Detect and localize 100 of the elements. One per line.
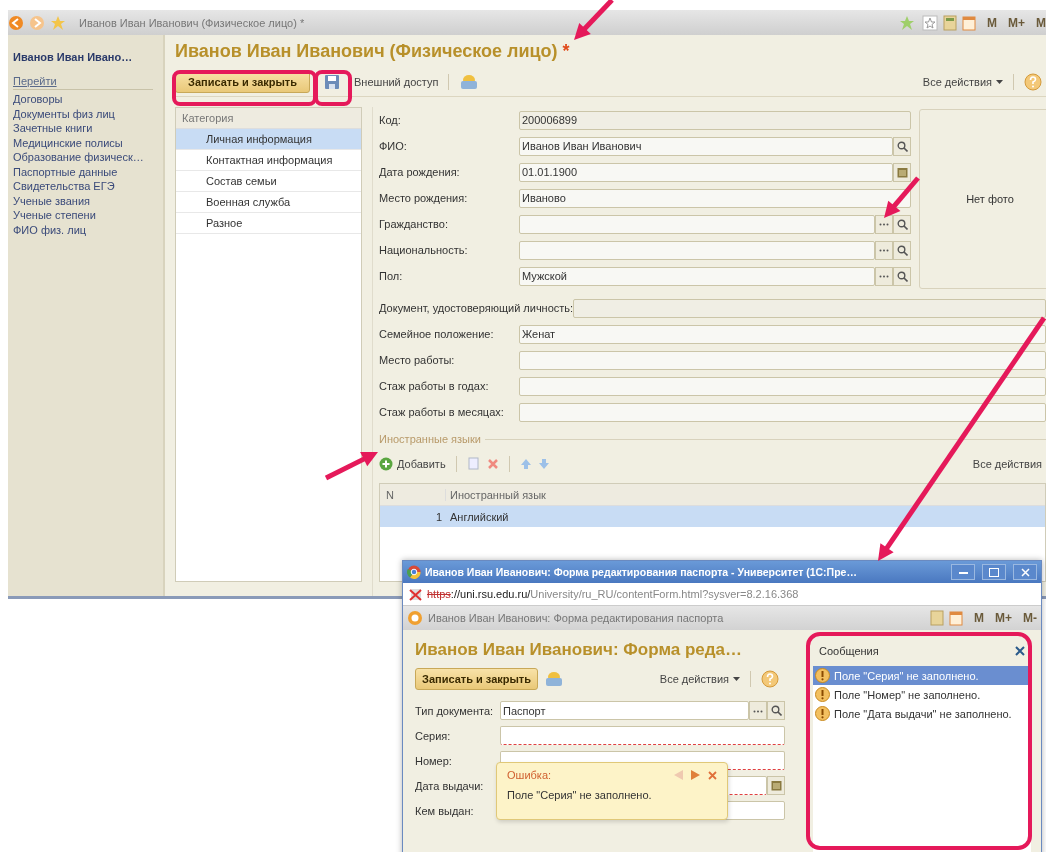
- annotation-arrow: [574, 0, 614, 40]
- close-button[interactable]: [1013, 564, 1037, 580]
- calendar-icon: [896, 166, 908, 178]
- message-item[interactable]: Поле "Дата выдачи" не заполнено.: [813, 704, 1031, 723]
- choose-button[interactable]: [875, 214, 893, 234]
- calculator-icon[interactable]: [930, 610, 944, 626]
- sidebar-link[interactable]: Зачетные книги: [13, 121, 163, 136]
- sidebar-link[interactable]: Образование физическ…: [13, 150, 163, 165]
- warning-icon: [815, 668, 830, 683]
- input-field[interactable]: Иваново: [519, 188, 911, 208]
- popup-title: Иванов Иван Иванович: Форма редактирования паспорта - Университет (1С:Пре…: [425, 566, 857, 578]
- field-label: Место работы:: [379, 354, 456, 366]
- table-cell-text: 1: [434, 510, 443, 523]
- annotation-arrow: [324, 452, 378, 481]
- browser-icon: [407, 565, 421, 579]
- ellipsis-icon: [879, 222, 889, 226]
- previous-icon[interactable]: [674, 770, 683, 780]
- search-icon: [896, 244, 908, 256]
- maximize-button[interactable]: [982, 564, 1006, 580]
- input-field[interactable]: [519, 376, 1046, 396]
- search-button[interactable]: [893, 214, 911, 234]
- maximize-icon: [989, 567, 999, 577]
- annotation-arrow: [884, 176, 920, 218]
- app-title: Иванов Иван Иванович: Форма редактирования паспорта: [428, 612, 724, 624]
- envelope-icon[interactable]: [459, 74, 480, 90]
- caret-icon: [733, 677, 740, 681]
- calendar-button[interactable]: [767, 776, 785, 795]
- input-field[interactable]: Паспорт: [500, 701, 749, 720]
- input-field[interactable]: [519, 214, 875, 234]
- input-field[interactable]: [573, 298, 1046, 318]
- ellipsis-icon: [879, 248, 889, 252]
- input-field[interactable]: [519, 402, 1046, 422]
- search-button[interactable]: [767, 701, 785, 720]
- memory-button[interactable]: M-: [1023, 611, 1037, 625]
- all-actions-button[interactable]: Все действия: [659, 673, 740, 685]
- sidebar-link[interactable]: Ученые степени: [13, 208, 163, 223]
- category-item[interactable]: Разное: [176, 213, 361, 234]
- search-button[interactable]: [893, 266, 911, 286]
- search-button[interactable]: [893, 240, 911, 260]
- input-field[interactable]: Мужской: [519, 266, 875, 286]
- table-row[interactable]: 1 Английский: [380, 506, 1045, 527]
- field-label: Пол:: [379, 270, 404, 282]
- calculator-icon[interactable]: [943, 14, 957, 31]
- external-access-link[interactable]: Внешний доступ: [354, 76, 439, 88]
- add-button[interactable]: Добавить: [379, 457, 446, 471]
- help-icon[interactable]: [761, 670, 779, 688]
- next-icon[interactable]: [691, 770, 700, 780]
- category-item[interactable]: Военная служба: [176, 192, 361, 213]
- minimize-button[interactable]: [951, 564, 975, 580]
- calendar-icon: [770, 780, 782, 791]
- sidebar-link[interactable]: ФИО физ. лиц: [13, 222, 163, 237]
- save-close-button[interactable]: Записать и закрыть: [415, 668, 539, 690]
- input-field[interactable]: Женат: [519, 324, 1046, 344]
- all-actions-button[interactable]: Все действия: [972, 458, 1042, 470]
- url-text: https://uni.rsu.edu.ru/University/ru_RU/contentForm.html?sysver=8.2.16.368: [427, 588, 799, 600]
- memory-button[interactable]: M: [974, 611, 984, 625]
- calendar-icon[interactable]: [949, 610, 963, 626]
- envelope-icon[interactable]: [544, 671, 565, 687]
- sidebar-link[interactable]: Свидетельства ЕГЭ: [13, 179, 163, 194]
- move-up-icon[interactable]: [519, 458, 532, 470]
- close-icon[interactable]: [708, 770, 717, 780]
- all-actions-button[interactable]: Все действия: [922, 76, 1003, 88]
- copy-icon[interactable]: [466, 457, 481, 471]
- category-item[interactable]: Контактная информация: [176, 150, 361, 171]
- input-field[interactable]: 200006899: [519, 110, 911, 130]
- delete-icon[interactable]: [486, 458, 499, 470]
- category-item[interactable]: Личная информация: [176, 129, 361, 150]
- input-field[interactable]: [519, 240, 875, 260]
- star-icon[interactable]: [50, 14, 66, 31]
- warning-icon: [815, 687, 830, 702]
- input-field[interactable]: Иванов Иван Иванович: [519, 136, 893, 156]
- input-field[interactable]: 01.01.1900: [519, 162, 893, 182]
- sidebar-link[interactable]: Договоры: [13, 92, 163, 107]
- memory-button[interactable]: M+: [1008, 15, 1025, 30]
- search-icon: [896, 218, 908, 230]
- field-label: Место рождения:: [379, 192, 469, 204]
- sidebar-link[interactable]: Ученые звания: [13, 193, 163, 208]
- sidebar-link[interactable]: Документы физ лиц: [13, 106, 163, 121]
- field-label: Стаж работы в годах:: [379, 380, 490, 392]
- insecure-icon: [409, 587, 423, 601]
- sidebar-link[interactable]: Паспортные данные: [13, 164, 163, 179]
- message-item[interactable]: Поле "Номер" не заполнено.: [813, 685, 1031, 704]
- category-item[interactable]: Состав семьи: [176, 171, 361, 192]
- search-button[interactable]: [893, 136, 911, 156]
- memory-button[interactable]: M: [1036, 15, 1046, 30]
- field-label: Гражданство:: [379, 218, 449, 230]
- calendar-button[interactable]: [893, 162, 911, 182]
- input-field[interactable]: [500, 726, 785, 745]
- calendar-icon[interactable]: [962, 14, 976, 31]
- sidebar-link[interactable]: Медицинские полисы: [13, 135, 163, 150]
- forward-icon[interactable]: [29, 14, 45, 31]
- help-icon[interactable]: [1024, 73, 1042, 91]
- close-icon[interactable]: [1015, 646, 1025, 656]
- star-icon[interactable]: [922, 14, 938, 31]
- back-icon[interactable]: [8, 14, 24, 31]
- memory-button[interactable]: M: [987, 15, 997, 30]
- memory-button[interactable]: M+: [995, 611, 1012, 625]
- search-icon: [770, 705, 782, 716]
- move-down-icon[interactable]: [537, 458, 550, 470]
- input-field[interactable]: [519, 350, 1046, 370]
